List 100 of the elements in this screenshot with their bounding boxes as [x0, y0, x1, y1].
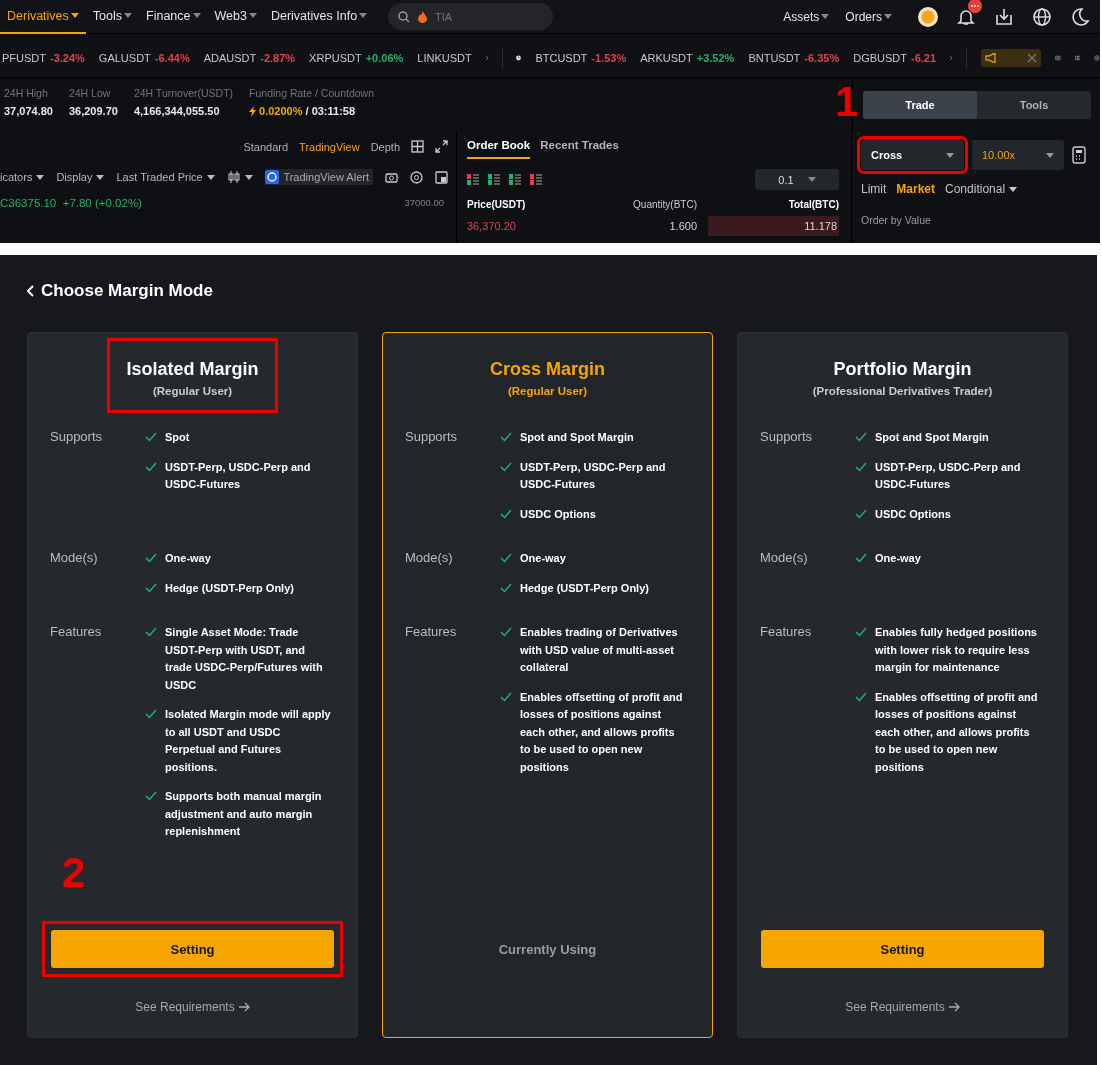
- price-change: -1.53%: [591, 52, 627, 64]
- check-icon: [145, 432, 157, 442]
- calculator-icon[interactable]: [1072, 146, 1086, 164]
- search-icon: [398, 10, 411, 23]
- toolbar-dropdown[interactable]: icators: [0, 171, 45, 183]
- moon-icon[interactable]: [1070, 6, 1090, 27]
- toolbar-dropdown[interactable]: Display: [56, 171, 105, 183]
- section-label: Supports: [405, 429, 459, 446]
- alert-button[interactable]: TradingView Alert: [265, 169, 373, 185]
- ticker-symbol[interactable]: PFUSDT: [2, 52, 46, 64]
- feature-text: Enables trading of Derivatives with USD value of multi-asset collateral: [520, 625, 679, 675]
- caret-icon: [1009, 186, 1018, 192]
- caret-icon: [359, 13, 368, 18]
- caret-icon: [1046, 152, 1054, 158]
- caret-icon: [70, 13, 79, 18]
- camera-icon[interactable]: [385, 171, 398, 183]
- tab[interactable]: Recent Trades: [540, 139, 619, 159]
- nav-menu[interactable]: Tools: [85, 0, 139, 34]
- chart-view-tab[interactable]: TradingView: [299, 140, 360, 153]
- nav-menu[interactable]: Web3: [207, 0, 264, 34]
- nav-menu[interactable]: Derivatives: [0, 0, 86, 34]
- chart-view-tab[interactable]: Standard: [243, 140, 289, 153]
- arrow-right-icon: [948, 1002, 960, 1012]
- chart-view-tab[interactable]: Depth: [370, 140, 400, 153]
- margin-mode-card[interactable]: [27, 332, 358, 1038]
- check-icon: [500, 627, 512, 637]
- ticker-symbol[interactable]: LINKUSDT: [417, 52, 472, 64]
- card-title: Cross Margin: [490, 359, 605, 380]
- feature-text: Enables fully hedged positions with lower risk to require less margin for maintenance: [875, 625, 1038, 675]
- nav-menu[interactable]: Assets: [775, 9, 838, 24]
- search-field[interactable]: TIA: [435, 10, 526, 23]
- feature-text: USDT-Perp, USDC-Perp and USDC-Futures: [520, 459, 667, 492]
- ticker-symbol[interactable]: BNTUSDT: [748, 52, 801, 64]
- tab[interactable]: Tools: [977, 91, 1091, 119]
- nav-menu[interactable]: Orders: [837, 9, 900, 24]
- section-label: Features: [405, 624, 458, 641]
- card-subtitle: (Professional Derivatives Trader): [812, 385, 993, 397]
- tab[interactable]: Trade: [863, 91, 977, 119]
- table-cell-text: 1.600: [668, 220, 697, 232]
- setting-button[interactable]: Setting: [51, 930, 334, 968]
- check-icon: [855, 627, 867, 637]
- stat-value: 37,074.80: [4, 105, 53, 117]
- alarm-clock-icon: [265, 170, 280, 184]
- order-book-layout-icon[interactable]: [467, 174, 479, 185]
- setting-button[interactable]: Setting: [761, 930, 1044, 968]
- section-label: Supports: [50, 429, 104, 446]
- expand-icon[interactable]: [435, 140, 448, 153]
- order-book-layout-icon[interactable]: [530, 174, 542, 185]
- order-book-layout-icon[interactable]: [509, 174, 521, 185]
- feature-text: One-way: [875, 551, 921, 566]
- nav-menu[interactable]: Derivatives Info: [263, 0, 375, 34]
- tab[interactable]: Order Book: [467, 139, 531, 159]
- stat-label: 24H Turnover(USDT): [133, 87, 234, 99]
- caret-icon: [96, 174, 105, 180]
- close-icon[interactable]: [1027, 53, 1038, 63]
- caret-icon: [248, 13, 257, 18]
- feature-text: Enables offsetting of profit and losses of positions against each other, and allows profits to be used to open new positions: [875, 689, 1039, 775]
- nav-menu[interactable]: Finance: [139, 0, 208, 34]
- requirements-link[interactable]: See Requirements: [135, 999, 250, 1015]
- ticker-symbol[interactable]: BTCUSDT: [535, 52, 588, 64]
- grid-icon[interactable]: [411, 140, 424, 153]
- stat-label: 24H High: [4, 87, 49, 99]
- ticker-symbol[interactable]: ARKUSDT: [640, 52, 693, 64]
- table-cell: 11.178: [708, 216, 839, 236]
- stat-label: Funding Rate / Countdown: [249, 87, 374, 99]
- avatar-icon[interactable]: [918, 6, 938, 27]
- feature-text: Supports both manual margin adjustment and auto margin replenishment: [165, 789, 323, 839]
- toolbar-dropdown[interactable]: Last Traded Price: [116, 171, 215, 183]
- order-type-tab[interactable]: Market: [896, 182, 936, 196]
- caret-icon: [36, 174, 45, 180]
- leverage-dropdown[interactable]: 10.00x: [972, 140, 1064, 170]
- order-type-tab[interactable]: Conditional: [945, 182, 1018, 196]
- check-icon: [855, 553, 867, 563]
- precision-dropdown[interactable]: 0.1: [755, 169, 839, 190]
- ticker-symbol[interactable]: DGBUSDT: [853, 52, 907, 64]
- ticker-symbol[interactable]: XRPUSDT: [309, 52, 362, 64]
- ticker-symbol[interactable]: GALUSDT: [98, 52, 151, 64]
- feature-text: Isolated Margin mode will apply to all USDT and USDC Perpetual and Futures positions.: [165, 707, 332, 775]
- notification-badge-icon: [968, 0, 982, 13]
- requirements-link[interactable]: See Requirements: [845, 999, 960, 1015]
- margin-mode-card[interactable]: [382, 332, 713, 1038]
- column-header: Quantity(BTC): [632, 199, 697, 210]
- download-icon[interactable]: [994, 6, 1014, 27]
- price-change: +3.52%: [696, 52, 735, 64]
- check-icon: [145, 553, 157, 563]
- globe-icon[interactable]: [1032, 6, 1052, 27]
- order-book-layout-icon[interactable]: [488, 174, 500, 185]
- card-title: Isolated Margin: [126, 359, 259, 380]
- ticker-symbol[interactable]: ADAUSDT: [203, 52, 257, 64]
- status-text: Currently Using: [498, 940, 597, 959]
- check-icon: [145, 582, 157, 593]
- section-label: Supports: [760, 429, 814, 446]
- check-icon: [855, 432, 867, 442]
- layout-icon[interactable]: [435, 170, 448, 184]
- margin-mode-card[interactable]: [737, 332, 1068, 1038]
- order-type-tab[interactable]: Limit: [861, 182, 887, 196]
- announcement-bar[interactable]: [980, 49, 1042, 67]
- order-by-dropdown[interactable]: Order by Value: [861, 214, 1090, 226]
- candlestick-icon[interactable]: [226, 171, 241, 183]
- check-icon: [145, 461, 157, 472]
